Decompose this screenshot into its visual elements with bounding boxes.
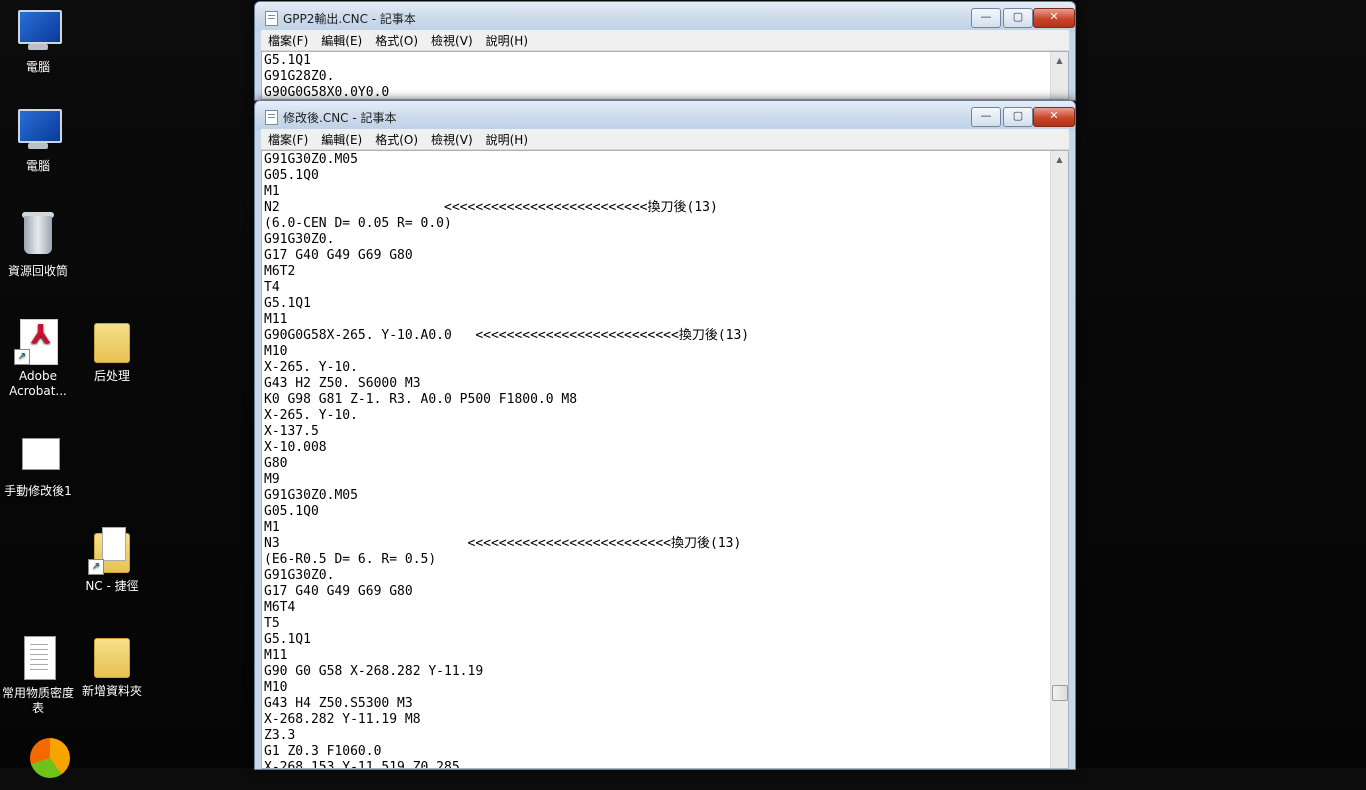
- desktop-icon-label: 電腦: [25, 60, 50, 74]
- recycle-bin-icon: [14, 212, 62, 260]
- desktop-icon-label: 后处理: [93, 369, 130, 383]
- text-editor[interactable]: G5.1Q1 G91G28Z0. G90G0G58X0.0Y0.0 ▲: [261, 51, 1069, 100]
- desktop-icon-label: 資源回收筒: [7, 264, 68, 278]
- menu-format[interactable]: 格式(O): [368, 130, 424, 148]
- desktop-icon-new-folder[interactable]: 新增資料夾: [74, 632, 150, 699]
- shortcut-arrow-icon: ↗: [88, 559, 104, 575]
- document-thumbnail-icon: [14, 432, 62, 480]
- editor-content[interactable]: G91G30Z0.M05 G05.1Q0 M1 N2 <<<<<<<<<<<<<…: [264, 152, 1046, 768]
- text-editor[interactable]: G91G30Z0.M05 G05.1Q0 M1 N2 <<<<<<<<<<<<<…: [261, 150, 1069, 769]
- menu-bar: 檔案(F) 編輯(E) 格式(O) 檢視(V) 說明(H): [261, 30, 1069, 51]
- maximize-button[interactable]: ▢: [1003, 8, 1033, 28]
- computer-icon: [14, 107, 62, 155]
- desktop-icon-label: NC - 捷徑: [85, 579, 139, 593]
- scrollbar-thumb[interactable]: [1052, 685, 1068, 701]
- window-title: 修改後.CNC - 記事本: [283, 111, 397, 125]
- desktop-icon-label: 常用物质密度表: [1, 686, 74, 715]
- computer-icon: [14, 8, 62, 56]
- minimize-button[interactable]: —: [971, 107, 1001, 127]
- desktop-icon-computer-2[interactable]: 電腦: [0, 107, 76, 174]
- menu-help[interactable]: 說明(H): [479, 31, 534, 49]
- title-bar[interactable]: 修改後.CNC - 記事本 — ▢ ✕: [255, 101, 1075, 131]
- app-icon: [24, 738, 72, 786]
- folder-shortcut-icon: ↗: [88, 527, 136, 575]
- minimize-button[interactable]: —: [971, 8, 1001, 28]
- desktop-icon-recycle-bin[interactable]: 資源回收筒: [0, 212, 76, 279]
- notepad-icon: [265, 11, 278, 26]
- maximize-button[interactable]: ▢: [1003, 107, 1033, 127]
- menu-view[interactable]: 檢視(V): [424, 130, 479, 148]
- notepad-window-modified[interactable]: 修改後.CNC - 記事本 — ▢ ✕ 檔案(F) 編輯(E) 格式(O) 檢視(V)…: [254, 100, 1076, 770]
- menu-bar: 檔案(F) 編輯(E) 格式(O) 檢視(V) 說明(H): [261, 129, 1069, 150]
- desktop-icon-nc-shortcut[interactable]: ↗ NC - 捷徑: [74, 527, 150, 594]
- menu-format[interactable]: 格式(O): [368, 31, 424, 49]
- folder-icon: [88, 317, 136, 365]
- scroll-up-icon[interactable]: ▲: [1051, 52, 1068, 69]
- desktop-icon-adobe-acrobat[interactable]: ⅄ ↗ Adobe Acrobat...: [0, 317, 76, 399]
- desktop-icon-app[interactable]: [10, 738, 86, 790]
- vertical-scrollbar[interactable]: ▲: [1050, 151, 1068, 768]
- vertical-scrollbar[interactable]: ▲: [1050, 52, 1068, 99]
- desktop-icon-label: 手動修改後1: [4, 484, 72, 498]
- shortcut-arrow-icon: ↗: [14, 349, 30, 365]
- menu-edit[interactable]: 編輯(E): [314, 31, 368, 49]
- menu-edit[interactable]: 編輯(E): [314, 130, 368, 148]
- window-title: GPP2輸出.CNC - 記事本: [283, 12, 416, 26]
- desktop-icon-label: Adobe Acrobat...: [9, 369, 67, 398]
- menu-file[interactable]: 檔案(F): [261, 31, 314, 49]
- desktop-icon-folder-postprocess[interactable]: 后处理: [74, 317, 150, 384]
- editor-content[interactable]: G5.1Q1 G91G28Z0. G90G0G58X0.0Y0.0: [264, 53, 1046, 99]
- desktop-icon-manual-edit[interactable]: 手動修改後1: [0, 432, 76, 499]
- close-button[interactable]: ✕: [1033, 107, 1075, 127]
- desktop-icon-label: 電腦: [25, 159, 50, 173]
- notepad-window-gpp2[interactable]: GPP2輸出.CNC - 記事本 — ▢ ✕ 檔案(F) 編輯(E) 格式(O) 檢視…: [254, 1, 1076, 101]
- text-document-icon: [14, 634, 62, 682]
- notepad-icon: [265, 110, 278, 125]
- menu-help[interactable]: 說明(H): [479, 130, 534, 148]
- close-button[interactable]: ✕: [1033, 8, 1075, 28]
- desktop-icon-density-table[interactable]: 常用物质密度表: [0, 634, 76, 716]
- menu-view[interactable]: 檢視(V): [424, 31, 479, 49]
- acrobat-icon: ⅄ ↗: [14, 317, 62, 365]
- menu-file[interactable]: 檔案(F): [261, 130, 314, 148]
- title-bar[interactable]: GPP2輸出.CNC - 記事本 — ▢ ✕: [255, 2, 1075, 32]
- desktop-icon-label: 新增資料夾: [81, 684, 142, 698]
- folder-icon: [88, 632, 136, 680]
- scroll-up-icon[interactable]: ▲: [1051, 151, 1068, 168]
- desktop-icon-computer[interactable]: 電腦: [0, 8, 76, 75]
